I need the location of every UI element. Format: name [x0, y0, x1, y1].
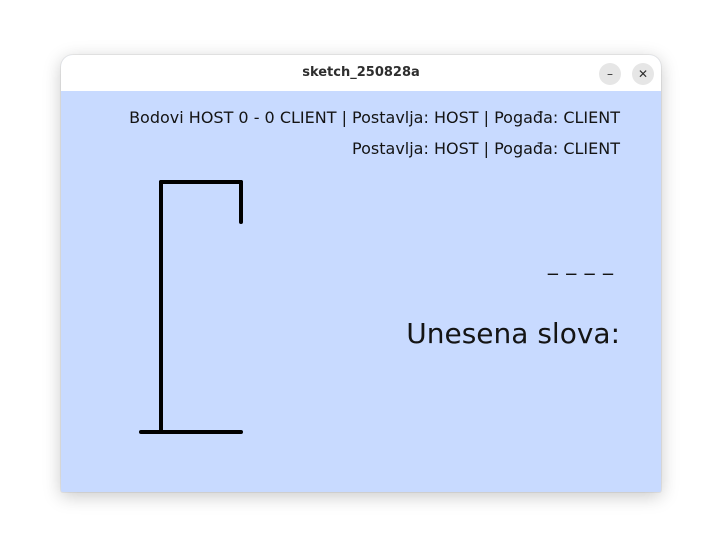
hidden-word: _ _ _ _ — [547, 251, 614, 275]
guessed-letters-label: Unesena slova: — [406, 317, 620, 350]
sketch-canvas[interactable]: Bodovi HOST 0 - 0 CLIENT | Postavlja: HO… — [61, 91, 661, 492]
app-window: sketch_250828a – ✕ Bodovi HOST 0 - 0 CLI… — [61, 55, 661, 492]
minimize-icon[interactable]: – — [599, 63, 621, 85]
gallows-drawing — [139, 180, 243, 434]
title-bar[interactable]: sketch_250828a – ✕ — [61, 55, 661, 92]
window-title: sketch_250828a — [302, 65, 420, 80]
close-icon[interactable]: ✕ — [632, 63, 654, 85]
